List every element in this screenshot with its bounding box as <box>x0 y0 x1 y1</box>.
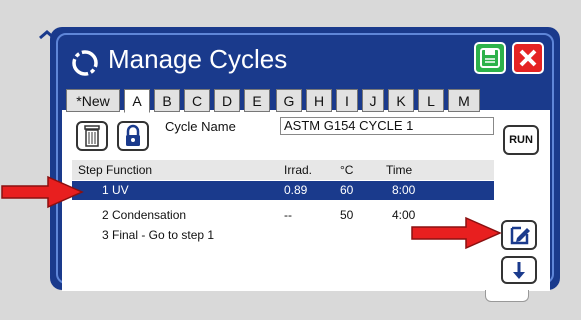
header-irrad: Irrad. <box>284 163 313 177</box>
lock-icon <box>126 124 140 146</box>
edit-button[interactable] <box>501 220 537 250</box>
arrow-down-icon <box>513 262 525 279</box>
scroll-tab[interactable] <box>485 290 529 302</box>
header-temp: °C <box>340 163 354 177</box>
row-irrad: -- <box>284 208 292 222</box>
edit-icon <box>510 226 530 245</box>
tab-a[interactable]: A <box>124 89 150 113</box>
cycle-name-label: Cycle Name <box>165 119 236 134</box>
row-temp: 60 <box>340 183 354 197</box>
cycle-name-field[interactable]: ASTM G154 CYCLE 1 <box>280 117 494 135</box>
tab-b[interactable]: B <box>154 89 180 112</box>
row-time: 8:00 <box>392 183 416 197</box>
tab-l[interactable]: L <box>418 89 444 112</box>
row-step-function: 1 UV <box>102 183 129 197</box>
row-temp: 50 <box>340 208 354 222</box>
dialog-title: Manage Cycles <box>108 44 288 74</box>
tab-k[interactable]: K <box>388 89 414 112</box>
save-icon <box>480 48 500 68</box>
delete-button[interactable] <box>76 121 108 151</box>
row-step-function: 3 Final - Go to step 1 <box>102 228 215 242</box>
row-irrad: 0.89 <box>284 183 308 197</box>
row-step-function: 2 Condensation <box>102 208 187 222</box>
close-icon <box>519 49 537 67</box>
trash-icon <box>84 125 100 147</box>
save-button[interactable] <box>474 42 506 74</box>
header-step-function: Step Function <box>78 163 153 177</box>
red-arrow-pointer-right <box>411 216 502 250</box>
lock-button[interactable] <box>117 121 149 151</box>
cycle-refresh-icon <box>72 50 98 76</box>
tab-h[interactable]: H <box>306 89 332 112</box>
header-time: Time <box>386 163 413 177</box>
red-arrow-pointer-left <box>1 175 84 209</box>
tab-d[interactable]: D <box>214 89 240 112</box>
tab-new[interactable]: *New <box>66 89 120 112</box>
table-header: Step Function Irrad. °C Time <box>72 160 494 180</box>
move-down-button[interactable] <box>501 256 537 284</box>
close-button[interactable] <box>512 42 544 74</box>
tab-c[interactable]: C <box>184 89 210 112</box>
tab-e[interactable]: E <box>244 89 270 112</box>
tab-m[interactable]: M <box>448 89 480 112</box>
table-row[interactable]: 1 UV 0.89 60 8:00 <box>72 181 494 200</box>
tab-i[interactable]: I <box>336 89 358 112</box>
tab-g[interactable]: G <box>276 89 302 112</box>
tab-j[interactable]: J <box>362 89 384 112</box>
run-button[interactable]: RUN <box>503 125 539 155</box>
